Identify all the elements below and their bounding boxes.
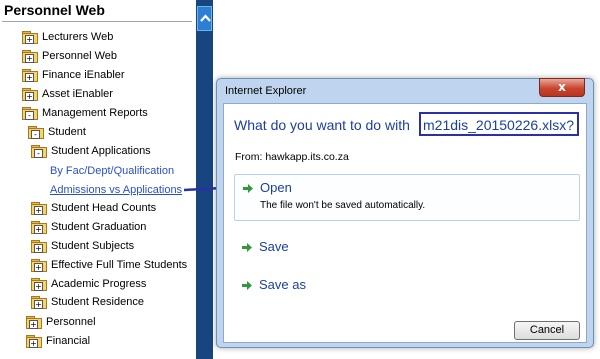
navigation-tree: Personnel Web + Lecturers Web + Personne… [0, 0, 196, 359]
green-arrow-icon [243, 184, 253, 193]
chevron-up-icon [200, 14, 211, 22]
tree-item-label: Effective Full Time Students [51, 259, 188, 271]
tree-item-label: Financial [46, 335, 91, 347]
close-button[interactable]: x [539, 78, 585, 97]
folder-icon: + [26, 316, 42, 329]
tree-item-effective-full-time-students[interactable]: + Effective Full Time Students [31, 256, 187, 274]
dialog-content: What do you want to do with m21dis_20150… [223, 103, 587, 343]
title-divider [2, 21, 192, 22]
save-as-option[interactable]: Save as [234, 274, 434, 298]
tree-item-student-applications[interactable]: - Student Applications [31, 142, 151, 160]
open-description: The file won't be saved automatically. [260, 200, 426, 211]
tree-item-student-residence[interactable]: + Student Residence [31, 293, 144, 311]
folder-icon: + [26, 335, 42, 348]
tree-item-asset-ienabler[interactable]: + Asset iEnabler [22, 85, 113, 103]
tree-item-label: Student Graduation [51, 221, 147, 233]
download-dialog: Internet Explorer x What do you want to … [216, 78, 594, 348]
tree-item-label: Asset iEnabler [42, 88, 113, 100]
tree-link-label[interactable]: Admissions vs Applications [50, 184, 182, 196]
tree-item-student-graduation[interactable]: + Student Graduation [31, 218, 146, 236]
folder-icon: + [31, 240, 47, 253]
save-label: Save [259, 239, 289, 254]
scrollbar-track[interactable] [196, 0, 213, 359]
tree-item-student-head-counts[interactable]: + Student Head Counts [31, 199, 156, 217]
tree-item-label: Academic Progress [51, 278, 147, 290]
tree-item-label: Management Reports [42, 107, 148, 119]
folder-icon: + [22, 88, 38, 101]
tree-link-by-fac-dept-qualification[interactable]: By Fac/Dept/Qualification [50, 162, 174, 180]
tree-item-label: Personnel Web [42, 50, 118, 62]
folder-icon: + [31, 259, 47, 272]
tree-item-personnel-web[interactable]: + Personnel Web [22, 47, 117, 65]
folder-icon: + [31, 202, 47, 215]
tree-item-label: Personnel [46, 316, 96, 328]
close-icon: x [558, 80, 566, 94]
cancel-button[interactable]: Cancel [514, 321, 580, 340]
green-arrow-icon [242, 281, 252, 290]
folder-icon: + [22, 69, 38, 82]
tree-item-financial[interactable]: + Financial [26, 332, 90, 350]
tree-item-label: Student [48, 126, 86, 138]
tree-title: Personnel Web [4, 2, 105, 18]
tree-link-admissions-vs-applications[interactable]: Admissions vs Applications [50, 181, 182, 199]
folder-icon: - [22, 107, 38, 120]
folder-icon: + [22, 50, 38, 63]
download-source: From: hawkapp.its.co.za [235, 151, 349, 163]
tree-item-label: Student Residence [51, 296, 144, 308]
folder-icon: + [31, 221, 47, 234]
download-filename: m21dis_20150226.xlsx? [423, 117, 574, 133]
save-as-label: Save as [259, 277, 306, 292]
save-option[interactable]: Save [234, 236, 434, 260]
open-label: Open [260, 180, 292, 195]
download-question: What do you want to do with [234, 117, 410, 133]
tree-item-lecturers-web[interactable]: + Lecturers Web [22, 28, 113, 46]
tree-item-finance-ienabler[interactable]: + Finance iEnabler [22, 66, 125, 84]
folder-icon: - [28, 126, 44, 139]
tree-link-label[interactable]: By Fac/Dept/Qualification [50, 165, 174, 177]
folder-icon: - [31, 145, 47, 158]
open-option[interactable]: Open The file won't be saved automatical… [234, 174, 580, 221]
folder-icon: + [31, 278, 47, 291]
scroll-up-button[interactable] [197, 6, 212, 31]
tree-item-student-subjects[interactable]: + Student Subjects [31, 237, 134, 255]
tree-item-label: Student Head Counts [51, 202, 157, 214]
tree-item-label: Student Subjects [51, 240, 135, 252]
dialog-title: Internet Explorer [225, 85, 307, 97]
folder-icon: + [22, 31, 38, 44]
tree-item-student[interactable]: - Student [28, 123, 86, 141]
folder-icon: + [31, 296, 47, 309]
tree-item-personnel[interactable]: + Personnel [26, 313, 96, 331]
tree-item-management-reports[interactable]: - Management Reports [22, 104, 148, 122]
green-arrow-icon [242, 243, 252, 252]
tree-item-label: Lecturers Web [42, 31, 114, 43]
tree-item-academic-progress[interactable]: + Academic Progress [31, 275, 146, 293]
tree-item-label: Student Applications [51, 145, 151, 157]
tree-item-label: Finance iEnabler [42, 69, 125, 81]
